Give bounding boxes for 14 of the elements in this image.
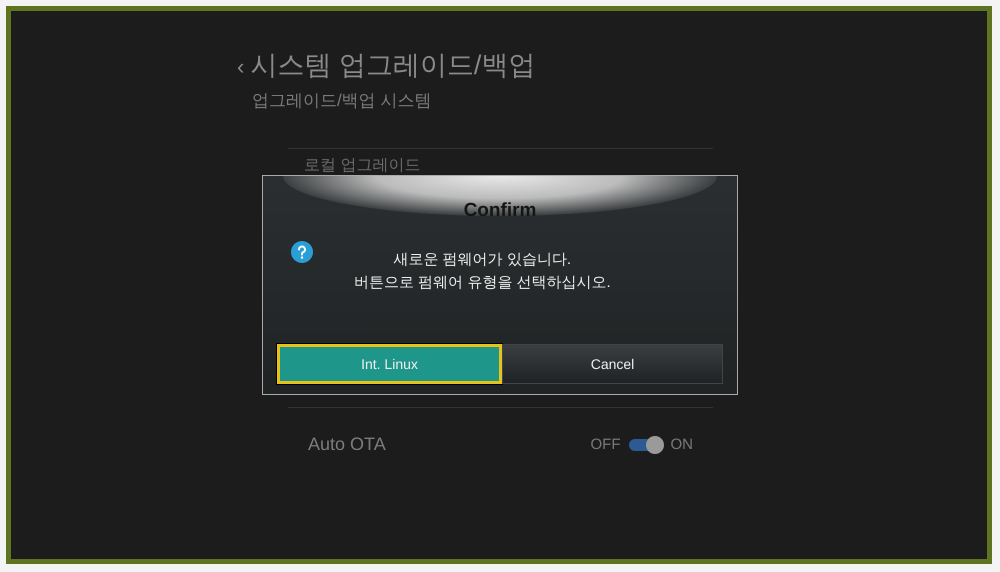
menu-item[interactable]: 로컬 업그레이드: [304, 155, 713, 176]
question-icon: [290, 240, 314, 264]
on-label: ON: [670, 436, 693, 453]
dialog-button[interactable]: Int. Linux: [277, 344, 502, 384]
toggle-switch[interactable]: [628, 438, 662, 450]
setting-label: Auto OTA: [308, 434, 387, 455]
back-icon[interactable]: ‹: [237, 54, 244, 80]
dialog-message: 새로운 펌웨어가 있습니다.: [394, 250, 572, 269]
off-label: OFF: [590, 436, 620, 453]
dialog-button[interactable]: Cancel: [502, 344, 723, 384]
screen-title: 시스템 업그레이드/백업: [250, 49, 536, 82]
dialog-title: Confirm: [464, 200, 536, 222]
screen-subtitle: 업그레이드/백업 시스템: [252, 90, 432, 112]
dialog-message: 버튼으로 펌웨어 유형을 선택하십시오.: [354, 273, 611, 292]
